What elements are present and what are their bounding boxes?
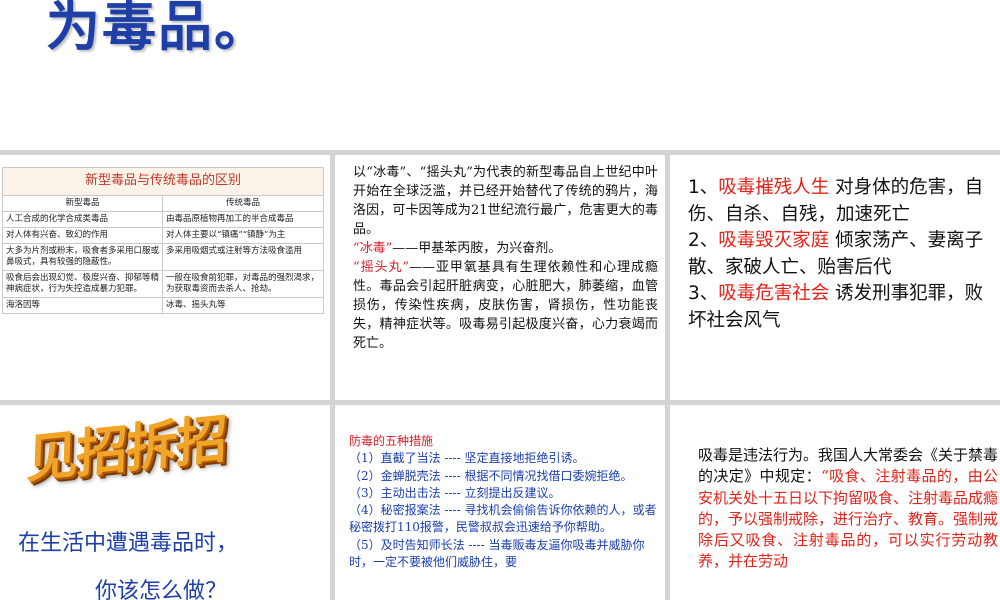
harms-panel: 1、吸毒摧残人生 对身体的危害，自伤、自杀、自残，加速死亡 2、吸毒毁灭家庭 倾… <box>670 155 1000 400</box>
harms-list: 1、吸毒摧残人生 对身体的危害，自伤、自杀、自残，加速死亡 2、吸毒毁灭家庭 倾… <box>688 175 988 334</box>
item-number: 3、 <box>688 283 719 304</box>
item-title: 吸毒摧残人生 <box>718 177 830 198</box>
list-item: （4）秘密报案法 ---- 寻找机会偷偷告诉你依赖的人，或者秘密拨打110报警，… <box>349 503 657 535</box>
table-caption: 新型毒品与传统毒品的区别 <box>2 167 324 196</box>
comparison-table: 新型毒品与传统毒品的区别 新型毒品 传统毒品 人工合成的化学合成类毒品 由毒品原… <box>2 167 324 315</box>
prevention-panel: 防毒的五种措施 （1）直截了当法 ---- 坚定直接地拒绝引诱。 （2）金蝉脱壳… <box>335 405 665 600</box>
table-cell: 冰毒、摇头丸等 <box>162 297 324 315</box>
new-drugs-text: 以“冰毒”、“摇头丸”为代表的新型毒品自上世纪中叶开始在全球泛滥，并已经开始替代… <box>353 163 658 353</box>
table-header-new: 新型毒品 <box>2 194 163 212</box>
table-cell: 吸食后会出现幻觉、极度兴奋、抑郁等精神病症状，行为失控造成暴力犯罪。 <box>2 270 163 299</box>
art-title: 见招拆招 <box>25 409 227 491</box>
question-line-1: 在生活中遭遇毒品时， <box>18 531 239 556</box>
law-text: 吸毒是违法行为。我国人大常委会《关于禁毒的决定》中规定：“吸食、注射毒品的，由公… <box>698 445 998 573</box>
list-item: （5）及时告知师长法 ---- 当毒贩毒友逼你吸毒并威胁你时，一定不要被他们威胁… <box>349 537 645 570</box>
item-title: 吸毒危害社会 <box>718 283 830 304</box>
ice-label: “冰毒” <box>353 241 393 256</box>
table-cell: 一般在吸食前犯罪，对毒品的强烈渴求，为获取毒资而去杀人、抢劫。 <box>162 270 324 299</box>
new-drugs-intro: 以“冰毒”、“摇头丸”为代表的新型毒品自上世纪中叶开始在全球泛滥，并已经开始替代… <box>353 165 658 237</box>
item-number: 1、 <box>688 177 719 198</box>
list-item: （2）金蝉脱壳法 ---- 根据不同情况找借口委婉拒绝。 <box>349 468 633 483</box>
table-row: 对人体有兴奋、致幻的作用 对人体主要以“镇痛”“镇静”为主 <box>2 226 324 245</box>
ice-text: ——甲基苯丙胺，为兴奋剂。 <box>392 241 562 256</box>
table-header-traditional: 传统毒品 <box>162 194 324 212</box>
table-cell: 人工合成的化学合成类毒品 <box>2 210 163 228</box>
list-item: （1）直截了当法 ---- 坚定直接地拒绝引诱。 <box>349 451 585 466</box>
table-row: 人工合成的化学合成类毒品 由毒品原植物再加工的半合成毒品 <box>2 210 324 228</box>
item-title: 吸毒毁灭家庭 <box>718 230 830 251</box>
list-item: 2、吸毒毁灭家庭 倾家荡产、妻离子散、家破人亡、贻害后代 <box>688 228 988 281</box>
question-panel: 见招拆招 在生活中遭遇毒品时， 你该怎么做？ <box>0 405 330 600</box>
table-row: 吸食后会出现幻觉、极度兴奋、抑郁等精神病症状，行为失控造成暴力犯罪。 一般在吸食… <box>2 270 324 299</box>
table-cell: 海洛因等 <box>2 297 163 315</box>
list-item: 1、吸毒摧残人生 对身体的危害，自伤、自杀、自残，加速死亡 <box>688 175 988 228</box>
list-item: （3）主动出击法 ---- 立刻提出反建议。 <box>349 485 561 500</box>
list-item: 3、吸毒危害社会 诱发刑事犯罪，败坏社会风气 <box>688 281 988 334</box>
law-panel: 吸毒是违法行为。我国人大常委会《关于禁毒的决定》中规定：“吸食、注射毒品的，由公… <box>670 405 1000 600</box>
table-cell: 大多为片剂或粉末，吸食者多采用口服或鼻吸式，具有较强的隐蔽性。 <box>2 243 163 272</box>
table-cell: 由毒品原植物再加工的半合成毒品 <box>162 210 324 228</box>
prevention-heading: 防毒的五种措施 <box>349 434 434 448</box>
prevention-list: 防毒的五种措施 （1）直截了当法 ---- 坚定直接地拒绝引诱。 （2）金蝉脱壳… <box>349 433 657 571</box>
item-number: 2、 <box>688 230 719 251</box>
ecstasy-label: “摇头丸” <box>353 260 410 275</box>
slide-title: 为毒品。 <box>46 0 270 58</box>
table-row: 海洛因等 冰毒、摇头丸等 <box>2 297 324 315</box>
table-cell: 对人体有兴奋、致幻的作用 <box>2 226 163 245</box>
comparison-table-panel: 新型毒品与传统毒品的区别 新型毒品 传统毒品 人工合成的化学合成类毒品 由毒品原… <box>0 155 330 400</box>
table-cell: 多采用吸烟式或注射等方法吸食滥用 <box>162 243 324 272</box>
new-drugs-panel: 以“冰毒”、“摇头丸”为代表的新型毒品自上世纪中叶开始在全球泛滥，并已经开始替代… <box>335 155 665 400</box>
table-row: 大多为片剂或粉末，吸食者多采用口服或鼻吸式，具有较强的隐蔽性。 多采用吸烟式或注… <box>2 243 324 272</box>
question-line-2: 你该怎么做？ <box>95 579 228 600</box>
table-cell: 对人体主要以“镇痛”“镇静”为主 <box>162 226 324 245</box>
